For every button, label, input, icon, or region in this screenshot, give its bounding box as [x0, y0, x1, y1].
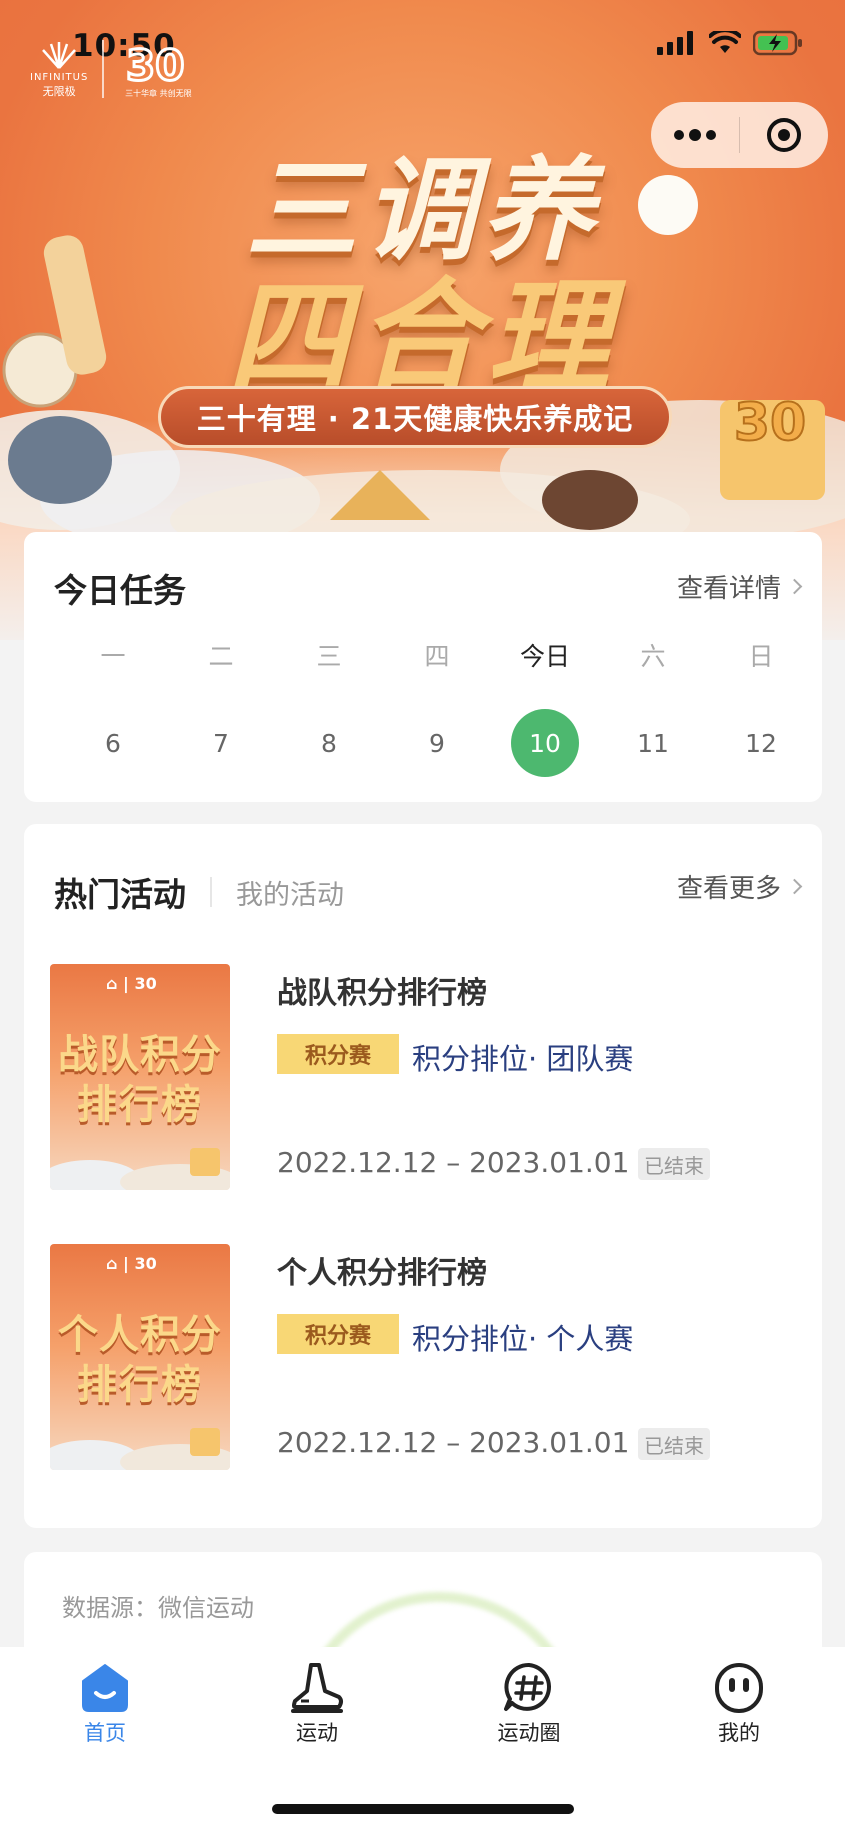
- activity-tabs: 热门活动 我的活动: [54, 868, 344, 916]
- activity-description: 积分排位· 团队赛: [412, 1042, 634, 1076]
- day-column[interactable]: 一 6: [59, 637, 167, 777]
- svg-text:30: 30: [126, 41, 184, 86]
- day-number-selected[interactable]: 10: [511, 709, 579, 777]
- week-calendar: 一 6 二 7 三 8 四 9 今日 10 六 11 日 12: [24, 637, 822, 777]
- activity-title[interactable]: 战队积分排行榜: [277, 968, 487, 1012]
- activity-thumbnail[interactable]: ⌂ | 30 个人积分 排行榜: [50, 1244, 230, 1470]
- activity-tag: 积分赛: [277, 1034, 399, 1074]
- today-task-title: 今日任务: [54, 571, 186, 610]
- home-indicator[interactable]: [272, 1804, 574, 1814]
- weekday-label: 一: [100, 642, 126, 671]
- brand-divider: [102, 40, 105, 98]
- brand-tagline: 三十华章 共创无限: [125, 89, 192, 98]
- status-badge: 已结束: [638, 1428, 710, 1460]
- activity-date-range: 2022.12.12 – 2023.01.01: [277, 1426, 630, 1459]
- thumb-decoration: [50, 1428, 230, 1470]
- thumb-decoration: [50, 1148, 230, 1190]
- activity-thumbnail[interactable]: ⌂ | 30 战队积分 排行榜: [50, 964, 230, 1190]
- chevron-right-icon: [786, 878, 803, 895]
- wifi-icon: [709, 31, 741, 53]
- status-icons: [657, 30, 803, 56]
- weekday-label: 三: [316, 642, 342, 671]
- day-number[interactable]: 7: [187, 709, 255, 777]
- weekday-label: 六: [640, 642, 666, 671]
- sneaker-icon: [291, 1663, 343, 1713]
- profile-face-icon: [715, 1663, 763, 1713]
- battery-icon: [753, 30, 802, 56]
- day-column[interactable]: 四 9: [383, 637, 491, 777]
- activity-description: 积分排位· 个人赛: [412, 1322, 634, 1356]
- tab-label: 运动圈: [497, 1721, 561, 1745]
- day-number[interactable]: 8: [295, 709, 363, 777]
- bottom-tab-bar: 首页 运动 运动圈 我的: [0, 1647, 845, 1829]
- view-more-link[interactable]: 查看更多: [676, 868, 803, 905]
- chevron-right-icon: [786, 578, 803, 595]
- weekday-label: 四: [424, 642, 450, 671]
- tab-label: 运动: [296, 1721, 338, 1745]
- view-details-label: 查看详情: [676, 574, 781, 604]
- tab-label: 首页: [84, 1721, 126, 1745]
- banner-subtitle: 三十有理 · 21天健康快乐养成记: [158, 386, 672, 448]
- activity-title[interactable]: 个人积分排行榜: [277, 1248, 487, 1292]
- infinitus-logo-icon: [42, 42, 77, 69]
- weekday-label: 二: [208, 642, 234, 671]
- day-number[interactable]: 9: [403, 709, 471, 777]
- day-column-today[interactable]: 今日 10: [491, 637, 599, 777]
- thumb-brand-mark: ⌂ | 30: [106, 974, 157, 993]
- tab-hot-activities[interactable]: 热门活动: [54, 868, 186, 916]
- hashtag-chat-icon: [504, 1662, 551, 1711]
- tab-label: 我的: [718, 1721, 760, 1745]
- thumb-title-line-2: 排行榜: [77, 1362, 203, 1408]
- activity-item[interactable]: ⌂ | 30 战队积分 排行榜 战队积分排行榜 积分赛 积分排位· 团队赛 20…: [50, 964, 800, 1190]
- tab-profile[interactable]: 我的: [674, 1661, 804, 1747]
- activity-date-range: 2022.12.12 – 2023.01.01: [277, 1146, 630, 1179]
- weekday-label: 日: [748, 642, 774, 671]
- day-column[interactable]: 二 7: [167, 637, 275, 777]
- data-source-label: 数据源：微信运动: [62, 1594, 254, 1622]
- day-number[interactable]: 11: [619, 709, 687, 777]
- brand-name-en: INFINITUS: [30, 72, 89, 83]
- today-task-card: 今日任务 查看详情 一 6 二 7 三 8 四 9 今日 10 六 11 日 1…: [24, 532, 822, 802]
- view-more-label: 查看更多: [676, 874, 781, 904]
- day-column[interactable]: 六 11: [599, 637, 707, 777]
- view-details-link[interactable]: 查看详情: [676, 568, 803, 605]
- weekday-label-today: 今日: [519, 642, 570, 671]
- signal-icon: [657, 31, 693, 55]
- activity-item[interactable]: ⌂ | 30 个人积分 排行榜 个人积分排行榜 积分赛 积分排位· 个人赛 20…: [50, 1244, 800, 1470]
- anniversary-30-logo: 30: [125, 40, 186, 86]
- home-icon: [82, 1664, 128, 1712]
- tab-home[interactable]: 首页: [40, 1661, 170, 1747]
- day-column[interactable]: 三 8: [275, 637, 383, 777]
- thumb-title-line-2: 排行榜: [77, 1082, 203, 1128]
- day-column[interactable]: 日 12: [707, 637, 815, 777]
- day-number[interactable]: 12: [727, 709, 795, 777]
- day-number[interactable]: 6: [79, 709, 147, 777]
- thumb-brand-mark: ⌂ | 30: [106, 1254, 157, 1273]
- tab-sport-circle[interactable]: 运动圈: [464, 1661, 594, 1747]
- brand-name-cn: 无限极: [42, 85, 76, 98]
- activity-tag: 积分赛: [277, 1314, 399, 1354]
- activities-card: 热门活动 我的活动 查看更多 ⌂ | 30 战队积分 排行榜 战队积分排行榜 积…: [24, 824, 822, 1528]
- brand-logo: INFINITUS 无限极 30 三十华章 共创无限: [30, 40, 198, 99]
- tab-my-activities[interactable]: 我的活动: [236, 873, 344, 912]
- tab-divider: [210, 877, 212, 907]
- tab-sport[interactable]: 运动: [252, 1661, 382, 1747]
- status-badge: 已结束: [638, 1148, 710, 1180]
